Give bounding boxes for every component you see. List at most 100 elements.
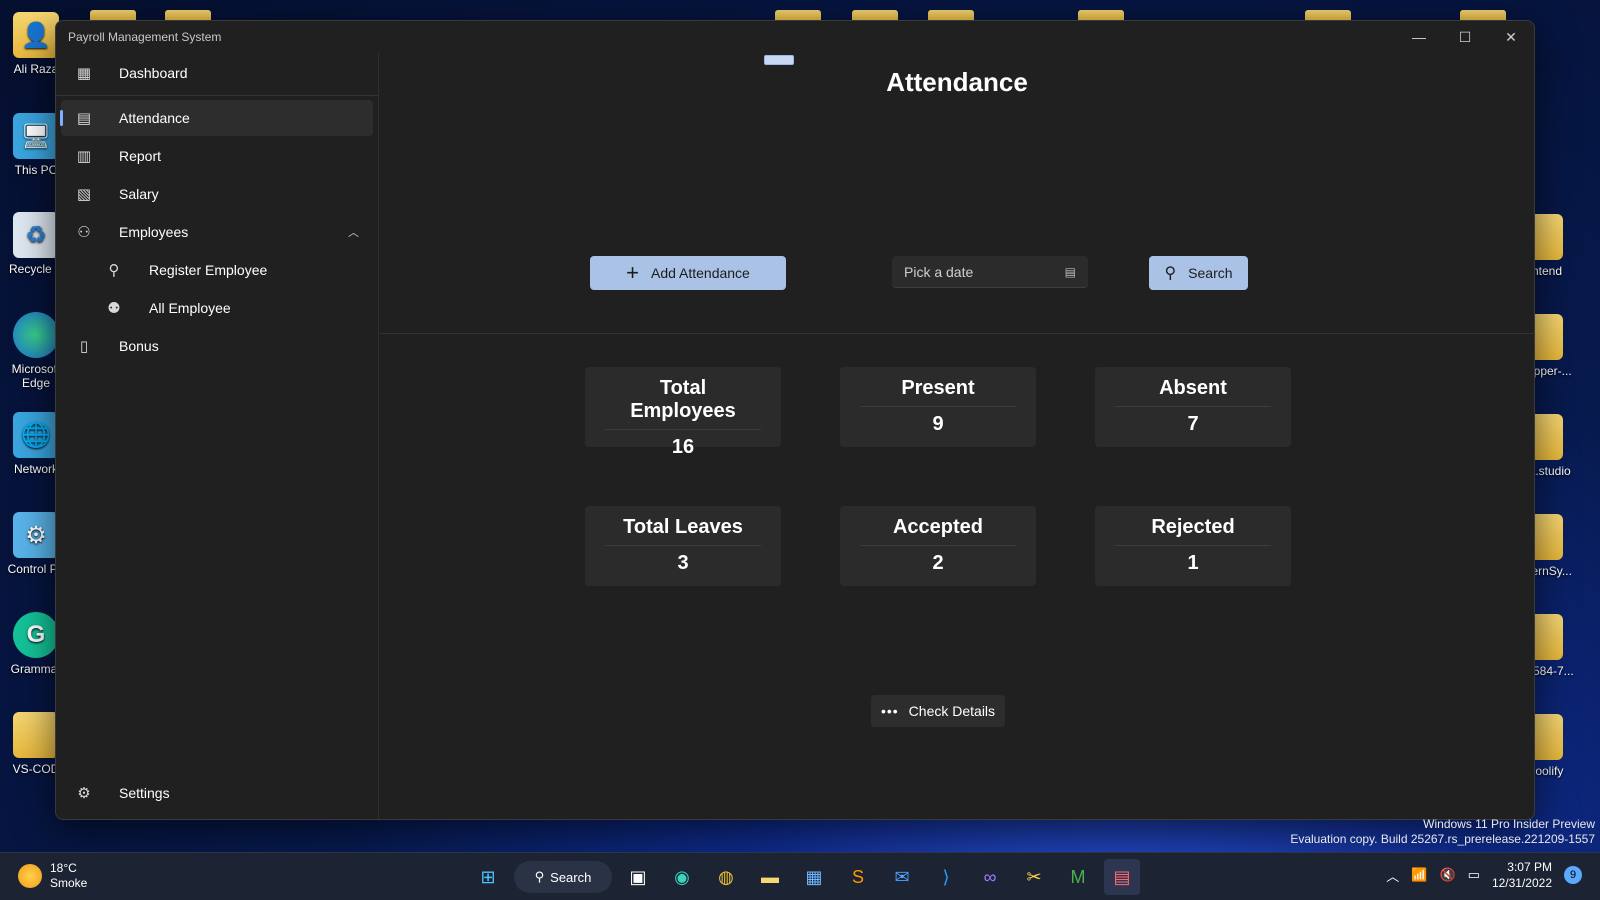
- dashboard-icon: ▦: [76, 65, 92, 82]
- mongodb-compass-icon[interactable]: M: [1060, 859, 1096, 895]
- wifi-icon[interactable]: 📶: [1411, 867, 1427, 883]
- bonus-icon: ▯: [79, 338, 89, 355]
- mail-icon[interactable]: ✉: [884, 859, 920, 895]
- people-icon: ⚉: [107, 300, 121, 317]
- maximize-button[interactable]: ☐: [1442, 21, 1488, 53]
- attendance-icon: ▤: [76, 110, 92, 127]
- sidebar-nav: ▦ Dashboard ▤ Attendance ▥ Report ▧ Sala…: [56, 53, 379, 819]
- calendar-icon: ▤: [1064, 264, 1076, 279]
- file-explorer-icon[interactable]: ▬: [752, 859, 788, 895]
- sidebar-item-label: Bonus: [119, 338, 159, 354]
- sidebar-item-label: Dashboard: [119, 65, 188, 81]
- stat-card-rejected: Rejected 1: [1095, 506, 1291, 586]
- search-icon: ⚲: [1164, 265, 1177, 282]
- minimize-button[interactable]: —: [1396, 21, 1442, 53]
- notification-badge[interactable]: 9: [1564, 866, 1582, 884]
- add-attendance-button[interactable]: + Add Attendance: [590, 256, 786, 290]
- check-details-button[interactable]: ••• Check Details: [871, 695, 1005, 727]
- computer-icon: 🖥: [13, 113, 59, 159]
- control-panel-icon: ⚙: [13, 512, 59, 558]
- stat-label: Total Leaves: [605, 516, 761, 546]
- weather-widget[interactable]: 18°C Smoke: [18, 861, 87, 891]
- sidebar-item-label: Report: [119, 148, 162, 164]
- stat-card-absent: Absent 7: [1095, 367, 1291, 447]
- app-window: Payroll Management System — ☐ ✕ ▦ Dashbo…: [55, 20, 1535, 820]
- stat-card-total-leaves: Total Leaves 3: [585, 506, 781, 586]
- weather-icon: [18, 864, 42, 888]
- edge-taskbar-icon[interactable]: ◉: [664, 859, 700, 895]
- sidebar-item-register-employee[interactable]: ⚲ Register Employee: [61, 252, 373, 288]
- gear-icon: ⚙: [77, 785, 91, 802]
- sidebar-item-label: All Employee: [149, 300, 231, 316]
- drag-handle[interactable]: [764, 55, 794, 65]
- stat-card-total-employees: Total Employees 16: [585, 367, 781, 458]
- visual-studio-icon[interactable]: ∞: [972, 859, 1008, 895]
- stat-card-present: Present 9: [840, 367, 1036, 447]
- folder-icon: [13, 712, 59, 758]
- chevron-up-icon[interactable]: ︿: [1386, 866, 1399, 885]
- stat-value: 7: [1187, 413, 1199, 435]
- salary-icon: ▧: [76, 186, 92, 203]
- date-placeholder: Pick a date: [904, 263, 974, 280]
- sidebar-item-attendance[interactable]: ▤ Attendance: [60, 100, 373, 136]
- edge-icon: [13, 312, 59, 358]
- windows-watermark: Windows 11 Pro Insider Preview Evaluatio…: [1290, 817, 1595, 846]
- stat-value: 1: [1187, 552, 1199, 574]
- sidebar-item-label: Employees: [119, 224, 189, 240]
- clock-date: 12/31/2022: [1491, 876, 1552, 890]
- payroll-app-icon[interactable]: ▤: [1104, 859, 1140, 895]
- stat-value: 2: [932, 552, 944, 574]
- close-button[interactable]: ✕: [1488, 21, 1534, 53]
- sidebar-item-settings[interactable]: ⚙ Settings: [61, 775, 373, 811]
- plus-icon: +: [626, 260, 639, 285]
- taskbar-search[interactable]: ⚲ Search: [514, 861, 612, 893]
- stat-label: Total Employees: [605, 377, 761, 430]
- weather-desc: Smoke: [50, 876, 88, 890]
- sidebar-item-all-employee[interactable]: ⚉ All Employee: [61, 290, 373, 326]
- search-button[interactable]: ⚲ Search: [1149, 256, 1248, 290]
- divider: [56, 95, 378, 96]
- stat-label: Absent: [1115, 377, 1271, 407]
- section-divider: [380, 333, 1534, 334]
- sidebar-item-employees[interactable]: ⚇ Employees ︿: [61, 214, 373, 250]
- stat-value: 16: [671, 436, 695, 458]
- sidebar-item-report[interactable]: ▥ Report: [61, 138, 373, 174]
- sublime-icon[interactable]: S: [840, 859, 876, 895]
- sidebar-item-label: Salary: [119, 186, 159, 202]
- employees-icon: ⚇: [77, 224, 91, 241]
- taskbar: 18°C Smoke ⊞ ⚲ Search ▣ ◉ ◍ ▬ ▦ S ✉ ⟩ ∞ …: [0, 852, 1600, 900]
- stat-value: 3: [677, 552, 689, 574]
- network-icon: 🌐: [13, 412, 59, 458]
- sidebar-item-label: Register Employee: [149, 262, 268, 278]
- window-title: Payroll Management System: [68, 30, 222, 44]
- speaker-muted-icon[interactable]: 🔇: [1439, 867, 1455, 883]
- sidebar-item-label: Attendance: [119, 110, 190, 126]
- stat-label: Rejected: [1115, 516, 1271, 546]
- main-content: Attendance + Add Attendance Pick a date …: [380, 53, 1534, 819]
- chrome-icon[interactable]: ◍: [708, 859, 744, 895]
- vscode-icon[interactable]: ⟩: [928, 859, 964, 895]
- chevron-up-icon[interactable]: ︿: [348, 224, 359, 240]
- add-person-icon: ⚲: [108, 262, 120, 279]
- stat-value: 9: [932, 413, 944, 435]
- title-bar[interactable]: Payroll Management System — ☐ ✕: [56, 21, 1534, 53]
- sidebar-item-bonus[interactable]: ▯ Bonus: [61, 328, 373, 364]
- clock-time: 3:07 PM: [1507, 860, 1552, 874]
- battery-icon[interactable]: ▭: [1468, 867, 1480, 883]
- taskbar-apps: ⊞ ⚲ Search ▣ ◉ ◍ ▬ ▦ S ✉ ⟩ ∞ ✂ M ▤: [470, 859, 1140, 895]
- clock[interactable]: 3:07 PM 12/31/2022: [1492, 859, 1552, 891]
- sidebar-item-dashboard[interactable]: ▦ Dashboard: [61, 55, 373, 91]
- stat-card-accepted: Accepted 2: [840, 506, 1036, 586]
- task-view-icon[interactable]: ▣: [620, 859, 656, 895]
- snipping-tool-icon[interactable]: ✂: [1016, 859, 1052, 895]
- weather-temp: 18°C: [50, 861, 77, 875]
- recycle-bin-icon: ♻: [13, 212, 59, 258]
- store-icon[interactable]: ▦: [796, 859, 832, 895]
- date-picker[interactable]: Pick a date ▤: [892, 256, 1088, 288]
- search-icon: ⚲: [534, 869, 545, 884]
- page-title: Attendance: [886, 67, 1028, 97]
- start-button[interactable]: ⊞: [470, 859, 506, 895]
- sidebar-item-salary[interactable]: ▧ Salary: [61, 176, 373, 212]
- more-icon: •••: [880, 703, 899, 719]
- system-tray: ︿ 📶 🔇 ▭ 3:07 PM 12/31/2022 9: [1386, 859, 1582, 891]
